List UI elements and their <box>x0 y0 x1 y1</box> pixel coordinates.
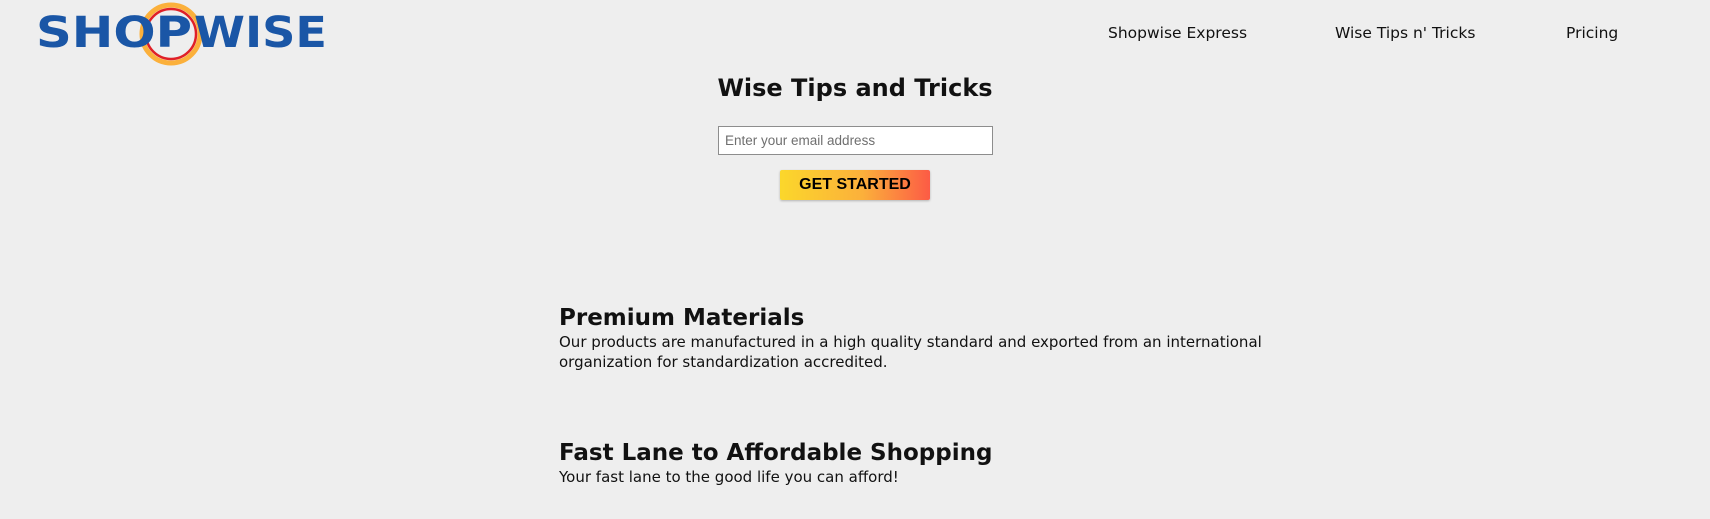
logo-text-shop: SHOP <box>36 8 192 58</box>
nav-link-wise-tips[interactable]: Wise Tips n' Tricks <box>1335 24 1475 42</box>
feature-premium-materials: Premium Materials Our products are manuf… <box>559 303 1359 372</box>
hero-title: Wise Tips and Tricks <box>717 74 993 102</box>
shopwise-logo[interactable]: SHOP WISE <box>36 0 328 68</box>
feature-fast-lane: Fast Lane to Affordable Shopping Your fa… <box>559 438 1359 488</box>
feature-title: Premium Materials <box>559 305 805 331</box>
logo-text-wise: WISE <box>194 8 327 58</box>
feature-description: Your fast lane to the good life you can … <box>559 468 899 486</box>
feature-description: Our products are manufactured in a high … <box>559 333 1262 371</box>
feature-title: Fast Lane to Affordable Shopping <box>559 440 993 466</box>
get-started-button[interactable]: GET STARTED <box>780 170 930 200</box>
email-input[interactable] <box>718 126 993 155</box>
nav-link-shopwise-express[interactable]: Shopwise Express <box>1108 24 1247 42</box>
nav-link-pricing[interactable]: Pricing <box>1566 24 1618 42</box>
